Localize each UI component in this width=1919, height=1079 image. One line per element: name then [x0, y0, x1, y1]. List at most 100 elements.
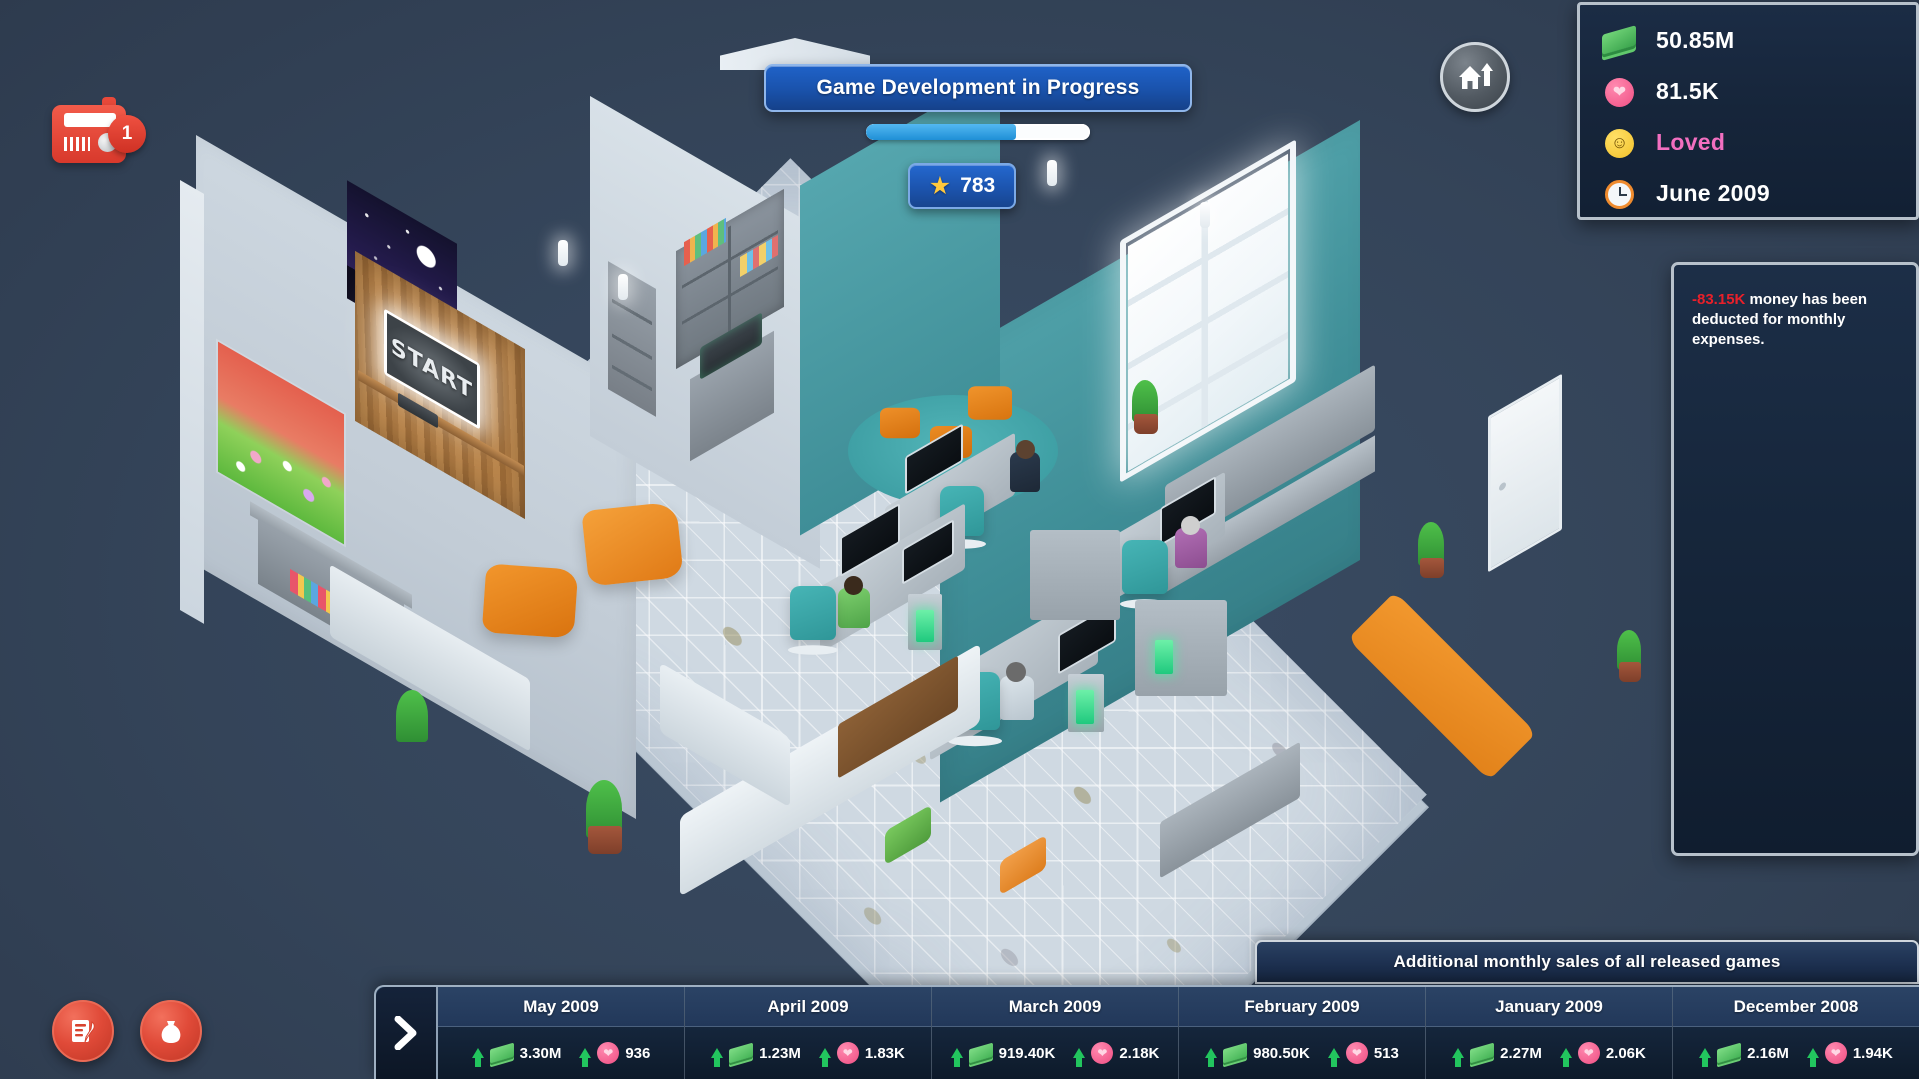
books-row	[684, 217, 726, 267]
smiley-icon: ☺	[1602, 128, 1638, 158]
timeline-fans-value: 936	[625, 1044, 651, 1062]
stat-row-fans: ❤ 81.5K	[1602, 66, 1916, 117]
timeline-stat: 2.16M	[1699, 1042, 1789, 1067]
timeline-month-header: May 2009	[438, 987, 684, 1027]
timeline-columns: May 2009 3.30M ❤ 936 April 2009 1.23M ❤ 1.83K Ma…	[438, 987, 1919, 1079]
timeline-stat: 919.40K	[950, 1042, 1055, 1067]
heart-icon: ❤	[1345, 1042, 1368, 1064]
notification-amount: -83.15K	[1692, 291, 1746, 308]
timeline-month-column[interactable]: May 2009 3.30M ❤ 936	[438, 987, 685, 1079]
books-row	[290, 568, 346, 624]
money-stack-icon	[729, 1042, 754, 1064]
desk	[1085, 471, 1225, 617]
partition-cabinet	[1030, 530, 1120, 620]
arrow-up-icon	[711, 1048, 724, 1067]
plant	[1132, 380, 1158, 422]
monitor	[840, 502, 900, 578]
heart-icon: ❤	[1824, 1042, 1847, 1064]
wood-tv-panel	[355, 250, 525, 520]
employee	[1175, 528, 1207, 568]
star-points-badge[interactable]: ★ 783	[908, 163, 1016, 209]
timeline-month-header: February 2009	[1179, 987, 1425, 1027]
plant-pot	[1134, 414, 1158, 434]
timeline-stat: 3.30M	[471, 1042, 561, 1067]
timeline-money-value: 1.23M	[759, 1044, 801, 1062]
heart-icon: ❤	[597, 1042, 620, 1064]
arrow-up-icon	[950, 1048, 963, 1067]
chair-base	[938, 539, 986, 549]
timeline-month-stats: 980.50K ❤ 513	[1179, 1027, 1425, 1079]
pouf	[880, 407, 920, 439]
timeline-month-column[interactable]: April 2009 1.23M ❤ 1.83K	[685, 987, 932, 1079]
pc-tower	[1068, 674, 1104, 732]
notes-button[interactable]	[52, 1000, 114, 1062]
home-upgrade-button[interactable]	[1440, 42, 1510, 112]
sofa	[680, 643, 980, 897]
bean-bag	[481, 563, 579, 639]
office-chair	[1122, 540, 1168, 594]
timeline-money-value: 2.16M	[1747, 1044, 1789, 1062]
money-stack-icon	[968, 1042, 993, 1064]
timeline-month-column[interactable]: January 2009 2.27M ❤ 2.06K	[1426, 987, 1673, 1079]
radio-notification-button[interactable]: 1	[48, 95, 146, 169]
timeline-month-label: February 2009	[1244, 996, 1360, 1016]
stat-row-date: June 2009	[1602, 168, 1916, 219]
plant	[1617, 630, 1641, 670]
timeline-month-header: April 2009	[685, 987, 931, 1027]
sideboard-lower	[1165, 435, 1375, 593]
plant-pot	[588, 826, 622, 854]
pouf	[930, 426, 972, 458]
notification-message: -83.15K money has been deducted for mont…	[1692, 290, 1898, 349]
timeline-month-label: April 2009	[767, 996, 849, 1016]
money-bag-button[interactable]	[140, 1000, 202, 1062]
monitor	[905, 423, 963, 495]
timeline-stat: 2.27M	[1452, 1042, 1542, 1067]
heart-icon: ❤	[1602, 77, 1638, 107]
arrow-up-icon	[579, 1048, 592, 1067]
development-progress-fill	[866, 124, 1017, 140]
coffee-table	[838, 655, 958, 779]
pouf	[968, 386, 1012, 420]
stat-row-reputation: ☺ Loved	[1602, 117, 1916, 168]
mid-shelf	[690, 330, 774, 462]
timeline-prev-button[interactable]	[376, 987, 438, 1079]
books-row	[740, 235, 778, 277]
timeline-month-stats: 919.40K ❤ 2.18K	[932, 1027, 1178, 1079]
timeline-month-stats: 1.23M ❤ 1.83K	[685, 1027, 931, 1079]
star-icon: ★	[928, 171, 952, 200]
monthly-history-timeline: May 2009 3.30M ❤ 936 April 2009 1.23M ❤ 1.83K Ma…	[374, 985, 1919, 1079]
plant	[396, 690, 428, 742]
tall-shelf	[608, 261, 656, 417]
pc-glow	[916, 610, 934, 642]
money-stack-icon	[1717, 1042, 1742, 1064]
employee-head	[1181, 516, 1200, 535]
development-progress-bar	[866, 124, 1090, 140]
floor-mat	[1347, 591, 1537, 781]
left-wall-edge	[180, 180, 204, 624]
timeline-month-column[interactable]: February 2009 980.50K ❤ 513	[1179, 987, 1426, 1079]
arrow-up-icon	[818, 1048, 831, 1067]
back-wall-left	[590, 96, 820, 569]
timeline-month-stats: 2.16M ❤ 1.94K	[1673, 1027, 1919, 1079]
timeline-fans-value: 1.83K	[864, 1044, 905, 1062]
timeline-month-column[interactable]: December 2008 2.16M ❤ 1.94K	[1673, 987, 1919, 1079]
employee-head	[1016, 440, 1035, 459]
money-value: 50.85M	[1656, 27, 1735, 53]
timeline-stat: ❤ 513	[1327, 1042, 1399, 1067]
chair-base	[788, 645, 838, 655]
money-stack-icon	[1602, 24, 1638, 56]
radio-speaker-bars	[64, 137, 90, 151]
game-console	[398, 392, 438, 429]
arrow-up-icon	[1806, 1048, 1819, 1067]
round-rug	[848, 395, 1058, 507]
notification-badge: 1	[108, 115, 146, 153]
money-bag-icon	[156, 1016, 186, 1046]
timeline-month-header: March 2009	[932, 987, 1178, 1027]
office-chair	[790, 586, 836, 640]
money-stack-icon	[489, 1042, 514, 1064]
timeline-stat: 980.50K	[1205, 1042, 1310, 1067]
timeline-month-label: March 2009	[1008, 996, 1102, 1016]
wall-lamp	[1047, 160, 1057, 186]
timeline-month-column[interactable]: March 2009 919.40K ❤ 2.18K	[932, 987, 1179, 1079]
notification-log-panel[interactable]: -83.15K money has been deducted for mont…	[1671, 262, 1919, 856]
